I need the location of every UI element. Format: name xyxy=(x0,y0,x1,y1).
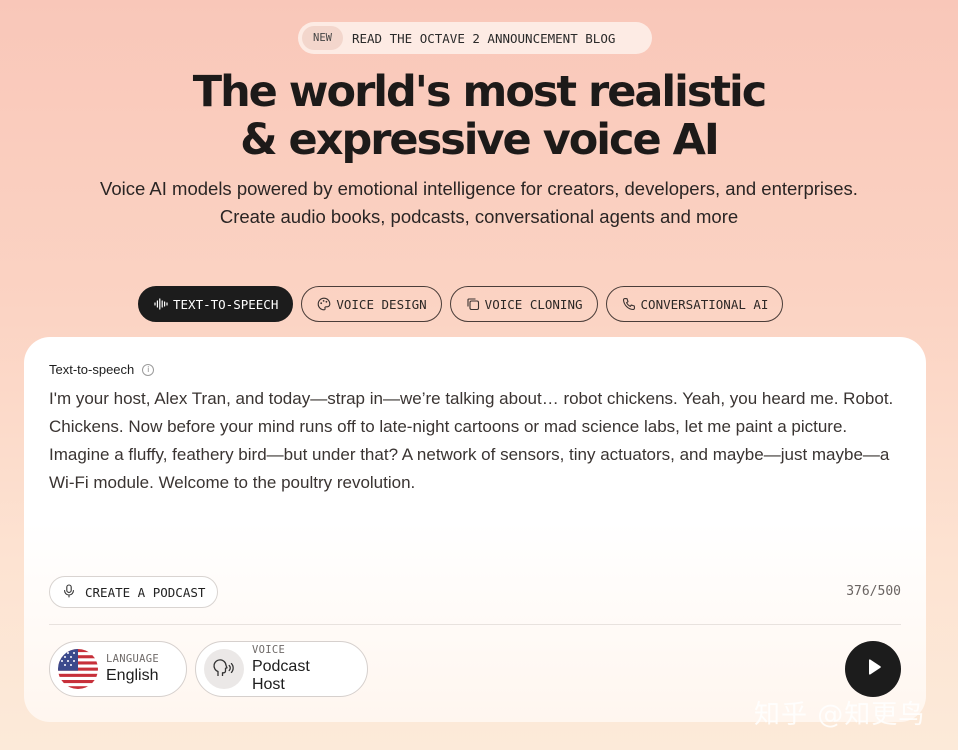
character-counter: 376/500 xyxy=(846,584,901,599)
hero-subtitle: Voice AI models powered by emotional int… xyxy=(100,178,858,227)
announcement-banner[interactable]: NEW READ THE OCTAVE 2 ANNOUNCEMENT BLOG xyxy=(298,22,652,54)
tab-label: VOICE DESIGN xyxy=(336,296,427,312)
play-icon xyxy=(863,657,883,682)
hero-title-line1: The world's most realistic xyxy=(192,67,768,117)
watermark: 知乎 @知更鸟 xyxy=(754,700,926,730)
language-meta: LANGUAGE English xyxy=(106,653,159,685)
create-podcast-label: CREATE A PODCAST xyxy=(85,584,206,600)
language-caption: LANGUAGE xyxy=(106,653,159,665)
new-badge: NEW xyxy=(302,26,343,50)
voice-meta: VOICE Podcast Host xyxy=(252,644,347,694)
card-label: Text-to-speech i xyxy=(49,362,155,377)
language-value: English xyxy=(106,667,159,684)
tab-conversational-ai[interactable]: CONVERSATIONAL AI xyxy=(605,286,784,322)
us-flag-icon xyxy=(58,649,98,689)
info-icon[interactable]: i xyxy=(142,363,155,376)
voice-value: Podcast Host xyxy=(251,658,310,693)
hero-title-line2: & expressive voice AI xyxy=(240,115,720,165)
waveform-icon xyxy=(153,296,169,312)
tts-card: Text-to-speech i I'm your host, Alex Tra… xyxy=(24,337,926,722)
play-button[interactable] xyxy=(845,641,901,697)
voice-caption: VOICE xyxy=(251,644,286,656)
speaking-head-icon xyxy=(204,649,244,689)
copy-icon xyxy=(465,296,481,312)
microphone-icon xyxy=(62,583,76,601)
product-tabs: TEXT-TO-SPEECH VOICE DESIGN VOICE CLONIN… xyxy=(138,286,784,322)
language-selector[interactable]: LANGUAGE English xyxy=(49,641,187,697)
divider xyxy=(49,624,901,625)
card-label-text: Text-to-speech xyxy=(49,362,135,377)
tab-voice-cloning[interactable]: VOICE CLONING xyxy=(449,286,598,322)
tab-text-to-speech[interactable]: TEXT-TO-SPEECH xyxy=(138,286,294,322)
voice-selector[interactable]: VOICE Podcast Host xyxy=(195,641,368,697)
tab-label: VOICE CLONING xyxy=(484,296,583,312)
palette-icon xyxy=(316,296,332,312)
tab-label: TEXT-TO-SPEECH xyxy=(173,296,279,312)
create-podcast-button[interactable]: CREATE A PODCAST xyxy=(49,576,219,608)
phone-icon xyxy=(621,296,637,312)
announcement-text: READ THE OCTAVE 2 ANNOUNCEMENT BLOG xyxy=(351,30,616,46)
hero-title: The world's most realistic & expressive … xyxy=(0,68,958,164)
tts-text-input[interactable]: I'm your host, Alex Tran, and today—stra… xyxy=(49,385,909,497)
tab-voice-design[interactable]: VOICE DESIGN xyxy=(301,286,442,322)
tab-label: CONVERSATIONAL AI xyxy=(640,296,769,312)
